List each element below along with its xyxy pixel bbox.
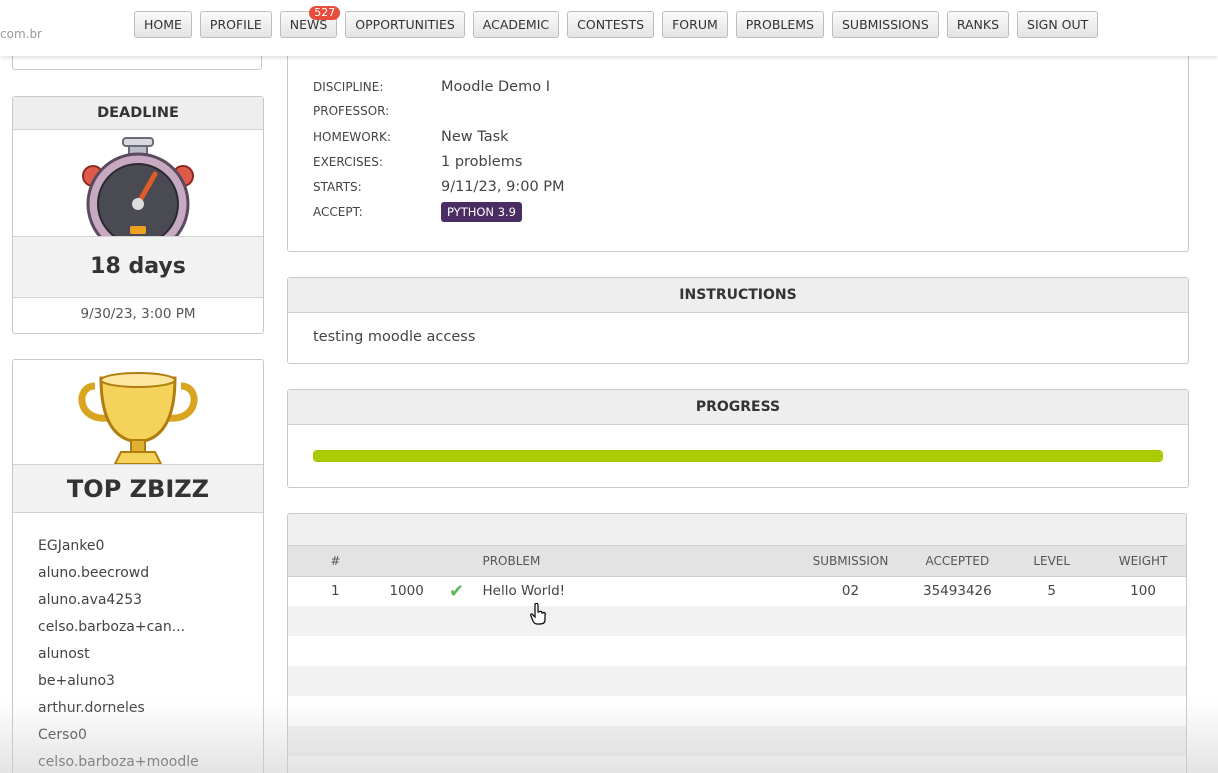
empty-table-row (288, 666, 1186, 696)
discipline-value: Moodle Demo I (441, 79, 550, 95)
nav-home-button[interactable]: HOME (134, 11, 192, 38)
empty-table-row (288, 696, 1186, 726)
problem-id[interactable]: 1000 (383, 576, 431, 606)
table-toolbar (288, 514, 1186, 546)
deadline-panel: DEADLINE 18 days 9/30/23, 3:00 PM (12, 96, 264, 334)
problems-table: # PROBLEM SUBMISSION ACCEPTED LEVEL WEIG… (288, 546, 1186, 756)
nav-contests-button[interactable]: CONTESTS (567, 11, 655, 38)
info-row-professor: PROFESSOR: (313, 104, 441, 118)
nav-opportunities-label: OPPORTUNITIES (355, 17, 455, 32)
nav-forum-label: FORUM (672, 17, 718, 32)
nav-profile-button[interactable]: PROFILE (199, 11, 272, 38)
empty-table-row (288, 606, 1186, 636)
col-number-header[interactable]: # (288, 546, 383, 577)
submission-count: 02 (841, 583, 860, 600)
accept-label: ACCEPT: (313, 205, 363, 219)
top-navigation-bar: com.br HOME PROFILE NEWS 527 OPPORTUNITI… (0, 0, 1218, 56)
discipline-label: DISCIPLINE: (313, 80, 384, 94)
col-id-header (382, 546, 431, 577)
homework-info-panel: DISCIPLINE: Moodle Demo I PROFESSOR: HOM… (287, 56, 1189, 252)
col-status-header (430, 546, 483, 577)
exercises-value: 1 problems (441, 154, 523, 170)
instructions-text: testing moodle access (313, 329, 476, 345)
news-count-badge: 527 (309, 6, 341, 20)
starts-value: 9/11/23, 9:00 PM (441, 179, 565, 195)
instructions-title: INSTRUCTIONS (288, 278, 1188, 313)
nav-home-label: HOME (144, 17, 182, 32)
empty-table-row (288, 636, 1186, 666)
nav-problems-label: PROBLEMS (745, 17, 814, 32)
nav-academic-button[interactable]: ACADEMIC (472, 11, 560, 38)
nav-problems-button[interactable]: PROBLEMS (735, 11, 824, 38)
trophy-icon (13, 360, 263, 465)
col-level-header[interactable]: LEVEL (1003, 546, 1101, 577)
nav-sign-out-label: SIGN OUT (1027, 17, 1089, 32)
status-cell: ✔ (431, 576, 483, 606)
nav-forum-button[interactable]: FORUM (662, 11, 728, 38)
ranking-user[interactable]: Cerso0 (38, 722, 263, 749)
row-number: 1 (331, 583, 340, 600)
problem-name-link[interactable]: Hello World! (482, 576, 789, 606)
ranking-user[interactable]: alunost (38, 641, 263, 668)
col-problem-header[interactable]: PROBLEM (482, 546, 790, 577)
col-accepted-header[interactable]: ACCEPTED (911, 546, 1004, 577)
progress-bar-fill (314, 451, 1162, 461)
progress-bar (313, 450, 1163, 462)
info-row-discipline: DISCIPLINE: Moodle Demo I (313, 79, 550, 95)
info-row-starts: STARTS: 9/11/23, 9:00 PM (313, 179, 565, 195)
info-row-homework: HOMEWORK: New Task (313, 129, 509, 145)
ranking-title: TOP ZBIZZ (13, 465, 263, 513)
info-row-accept: ACCEPT: PYTHON 3.9 (313, 202, 522, 222)
main-nav: HOME PROFILE NEWS 527 OPPORTUNITIES ACAD… (134, 6, 1099, 38)
instructions-panel: INSTRUCTIONS testing moodle access (287, 277, 1189, 364)
nav-submissions-button[interactable]: SUBMISSIONS (832, 11, 939, 38)
ranking-user[interactable]: be+aluno3 (38, 668, 263, 695)
table-row[interactable]: 1 1000 ✔ Hello World! 02 35493426 5 100 (288, 576, 1186, 606)
nav-profile-label: PROFILE (209, 17, 262, 32)
ranking-list: EGJanke0 aluno.beecrowd aluno.ava4253 ce… (13, 513, 263, 773)
progress-title: PROGRESS (288, 390, 1188, 425)
problem-level: 5 (1047, 583, 1056, 600)
nav-ranks-label: RANKS (956, 17, 1000, 32)
ranking-panel: TOP ZBIZZ EGJanke0 aluno.beecrowd aluno.… (12, 359, 264, 773)
deadline-days-remaining: 18 days (13, 237, 263, 298)
language-tag: PYTHON 3.9 (441, 202, 522, 222)
hand-cursor-icon (530, 602, 546, 629)
nav-submissions-label: SUBMISSIONS (842, 17, 929, 32)
starts-label: STARTS: (313, 180, 362, 194)
ranking-user[interactable]: EGJanke0 (38, 533, 263, 560)
nav-contests-label: CONTESTS (577, 17, 645, 32)
ranking-user[interactable]: celso.barboza+can... (38, 614, 263, 641)
stopwatch-icon (13, 130, 263, 237)
homework-label: HOMEWORK: (313, 130, 391, 144)
empty-table-row (288, 726, 1186, 756)
ranking-user[interactable]: arthur.dorneles (38, 695, 263, 722)
ranking-user[interactable]: aluno.beecrowd (38, 560, 263, 587)
accepted-count: 35493426 (923, 583, 992, 600)
progress-panel: PROGRESS (287, 389, 1189, 488)
table-header-row: # PROBLEM SUBMISSION ACCEPTED LEVEL WEIG… (288, 546, 1186, 577)
check-icon: ✔ (449, 580, 465, 602)
problems-table-panel: # PROBLEM SUBMISSION ACCEPTED LEVEL WEIG… (287, 513, 1187, 773)
info-row-exercises: EXERCISES: 1 problems (313, 154, 522, 170)
homework-value: New Task (441, 129, 509, 145)
nav-opportunities-button[interactable]: OPPORTUNITIES (345, 11, 465, 38)
professor-label: PROFESSOR: (313, 104, 390, 118)
deadline-date: 9/30/23, 3:00 PM (80, 306, 196, 322)
nav-ranks-button[interactable]: RANKS (946, 11, 1010, 38)
nav-academic-label: ACADEMIC (482, 17, 550, 32)
nav-sign-out-button[interactable]: SIGN OUT (1017, 11, 1099, 38)
problem-weight: 100 (1130, 583, 1156, 600)
col-submission-header[interactable]: SUBMISSION (789, 546, 912, 577)
site-url-fragment: com.br (0, 27, 42, 41)
col-weight-header[interactable]: WEIGHT (1100, 546, 1186, 577)
deadline-title: DEADLINE (13, 97, 263, 130)
nav-news-button[interactable]: NEWS 527 (279, 6, 341, 38)
exercises-label: EXERCISES: (313, 155, 383, 169)
ranking-user[interactable]: celso.barboza+moodle (38, 749, 263, 773)
ranking-user[interactable]: aluno.ava4253 (38, 587, 263, 614)
